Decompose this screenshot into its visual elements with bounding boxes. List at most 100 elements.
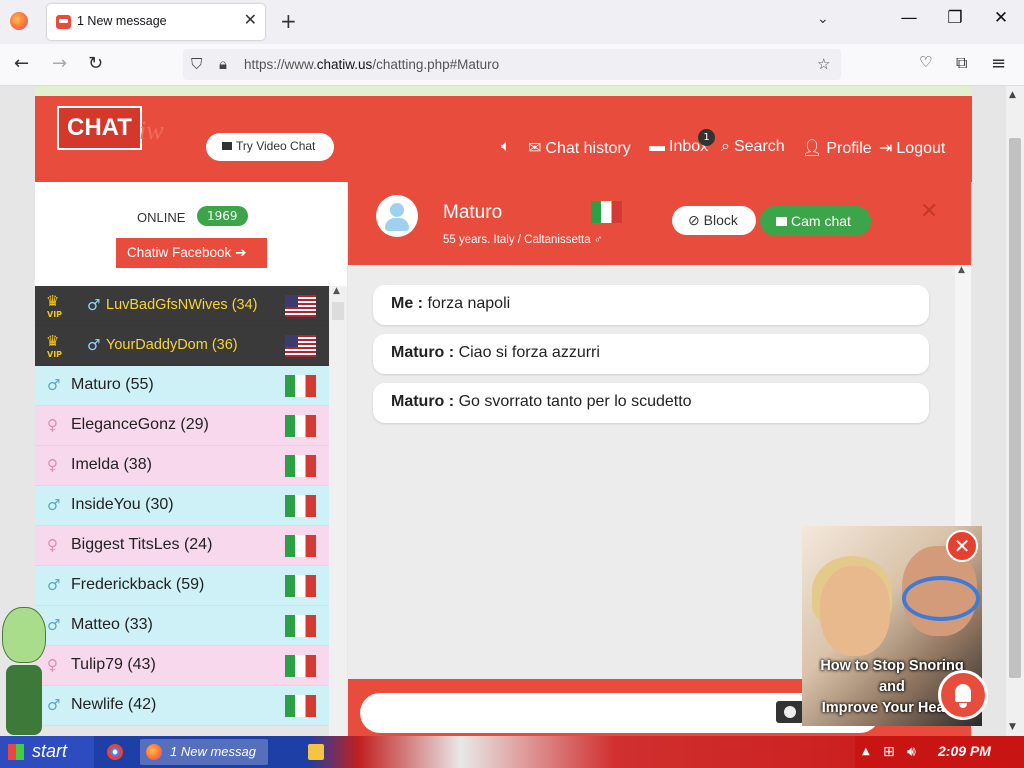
avatar[interactable] (376, 195, 418, 237)
new-tab-icon[interactable]: + (280, 9, 297, 33)
user-list-item[interactable]: ♛ VIP ♂ YourDaddyDom (36) (35, 326, 329, 366)
mute-icon[interactable]: 🔈︎ (501, 138, 511, 156)
tab-close-icon[interactable]: ✕ (244, 10, 257, 29)
tab-list-chevron-icon[interactable]: ⌄ (817, 11, 829, 27)
volume-icon[interactable]: 🔊︎ (907, 744, 916, 760)
male-gender-icon: ♂ (47, 576, 61, 594)
os-taskbar: start 1 New messag ▲ ⊞ 🔊︎ 2:09 PM (0, 736, 1024, 768)
female-gender-icon: ♀ (47, 536, 58, 554)
camera-icon[interactable] (776, 701, 804, 723)
user-name: Matteo (33) (71, 616, 153, 633)
italy-flag-icon (285, 375, 316, 397)
user-list-item[interactable]: ♂ Newlife (42) (35, 686, 329, 726)
close-window-icon[interactable]: ✕ (981, 8, 1021, 36)
arrow-right-circle-icon: ➔ (235, 245, 247, 260)
reload-icon[interactable]: ↻ (88, 53, 103, 74)
online-label: ONLINE (137, 210, 186, 225)
envelope-icon: ✉ (528, 140, 542, 157)
chatiw-favicon-icon (56, 15, 71, 29)
italy-flag-icon (285, 575, 316, 597)
page-scroll-thumb[interactable] (1009, 138, 1021, 678)
sidebar-header: ONLINE 1969 Chatiw Facebook ➔ (35, 182, 347, 286)
message-text: Go svorrato tanto per lo scudetto (458, 393, 692, 410)
shield-icon[interactable]: ⛉ (191, 55, 202, 73)
lock-icon[interactable]: 🔒︎ (219, 55, 227, 73)
chatiw-facebook-button[interactable]: Chatiw Facebook ➔ (116, 238, 267, 268)
browser-tab[interactable]: 1 New message ✕ (47, 4, 265, 40)
ad-close-icon[interactable]: ✕ (946, 530, 978, 562)
page-scrollbar[interactable]: ▲ ▼ (1006, 86, 1024, 736)
extensions-icon[interactable]: ⧉ (956, 53, 967, 73)
tab-title: 1 New message (77, 14, 167, 28)
nav-profile[interactable]: 👤︎ Profile (802, 138, 872, 158)
user-list-item[interactable]: ♀ EleganceGonz (29) (35, 406, 329, 446)
chrome-icon[interactable] (107, 744, 123, 760)
italy-flag-icon (285, 455, 316, 477)
italy-flag-icon (591, 201, 622, 223)
url-text[interactable]: https://www.chatiw.us/chatting.php#Matur… (244, 57, 499, 72)
ad-image-strap (902, 576, 980, 621)
user-name: Newlife (42) (71, 696, 157, 713)
user-list: ♛ VIP ♂ LuvBadGfsNWives (34) ♛ VIP ♂ YourDaddyD… (35, 286, 329, 736)
scroll-up-icon[interactable]: ▲ (958, 265, 965, 275)
male-gender-icon: ♂ (593, 234, 603, 246)
user-list-item[interactable]: ♂ InsideYou (30) (35, 486, 329, 526)
nav-search[interactable]: ⌕ Search (721, 138, 785, 156)
close-chat-icon[interactable]: ✕ (920, 199, 938, 224)
back-icon[interactable]: ← (14, 53, 29, 74)
nav-logout[interactable]: ⇥ Logout (879, 138, 945, 158)
restore-icon[interactable]: ❐ (935, 8, 975, 36)
cam-chat-button[interactable]: Cam chat (760, 206, 871, 236)
message-sender: Maturo : (391, 344, 455, 361)
user-list-item[interactable]: ♂ Matteo (33) (35, 606, 329, 646)
user-list-scrollbar[interactable]: ▲ (329, 286, 347, 736)
url-bar[interactable]: ⛉ 🔒︎ https://www.chatiw.us/chatting.php#… (183, 49, 841, 80)
comment-icon: ▬ (649, 138, 665, 155)
scroll-up-icon[interactable]: ▲ (1009, 90, 1016, 100)
firefox-logo-icon (10, 12, 28, 30)
male-gender-icon: ♂ (47, 496, 61, 514)
forward-icon[interactable]: → (52, 53, 67, 74)
user-list-item[interactable]: ♂ Frederickback (59) (35, 566, 329, 606)
clock: 2:09 PM (938, 743, 991, 759)
bookmark-star-icon[interactable]: ☆ (817, 55, 830, 73)
scroll-down-icon[interactable]: ▼ (1009, 722, 1016, 732)
vip-crown-icon: ♛ VIP (46, 332, 63, 359)
chat-message: Me : forza napoli (373, 285, 929, 325)
cartoon-mascot-image (0, 607, 56, 737)
online-count-badge: 1969 (197, 206, 248, 226)
notification-bell-icon[interactable] (938, 670, 988, 720)
scroll-up-icon[interactable]: ▲ (333, 286, 340, 296)
try-video-chat-button[interactable]: Try Video Chat (206, 133, 334, 161)
message-text: Ciao si forza azzurri (458, 344, 600, 361)
chat-header: Maturo 55 years. Italy / Caltanissetta ♂… (348, 182, 971, 265)
user-list-item[interactable]: ♀ Tulip79 (43) (35, 646, 329, 686)
block-button[interactable]: ⊘ Block (672, 206, 756, 235)
start-button[interactable]: start (0, 736, 94, 768)
site-header: CHAT iw Try Video Chat 🔈︎ ✉ Chat history … (35, 96, 972, 182)
tray-expand-icon[interactable]: ▲ (862, 746, 870, 757)
ban-icon: ⊘ (688, 212, 700, 228)
chatiw-logo[interactable]: CHAT iw (57, 106, 172, 158)
nav-chat-history[interactable]: ✉ Chat history (528, 138, 631, 158)
female-gender-icon: ♀ (47, 416, 58, 434)
menu-icon[interactable]: ≡ (991, 53, 1006, 74)
user-list-item[interactable]: ♀ Biggest TitsLes (24) (35, 526, 329, 566)
peer-name[interactable]: Maturo (443, 202, 502, 224)
pocket-icon[interactable]: ♡ (919, 53, 932, 71)
user-name: Imelda (38) (71, 456, 152, 473)
user-name: Maturo (55) (71, 376, 154, 393)
inbox-count-badge: 1 (698, 129, 715, 146)
user-list-item[interactable]: ♛ VIP ♂ LuvBadGfsNWives (34) (35, 286, 329, 326)
user-name: YourDaddyDom (36) (106, 337, 238, 353)
message-sender: Maturo : (391, 393, 455, 410)
top-strip (35, 86, 972, 96)
network-icon[interactable]: ⊞ (883, 744, 895, 760)
user-list-item[interactable]: ♀ Imelda (38) (35, 446, 329, 486)
folder-icon[interactable] (308, 744, 324, 760)
minimize-icon[interactable]: — (889, 8, 929, 36)
user-list-item[interactable]: ♂ Maturo (55) (35, 366, 329, 406)
user-name: InsideYou (30) (71, 496, 174, 513)
user-list-scroll-thumb[interactable] (332, 302, 344, 320)
user-icon: 👤︎ (802, 140, 823, 157)
